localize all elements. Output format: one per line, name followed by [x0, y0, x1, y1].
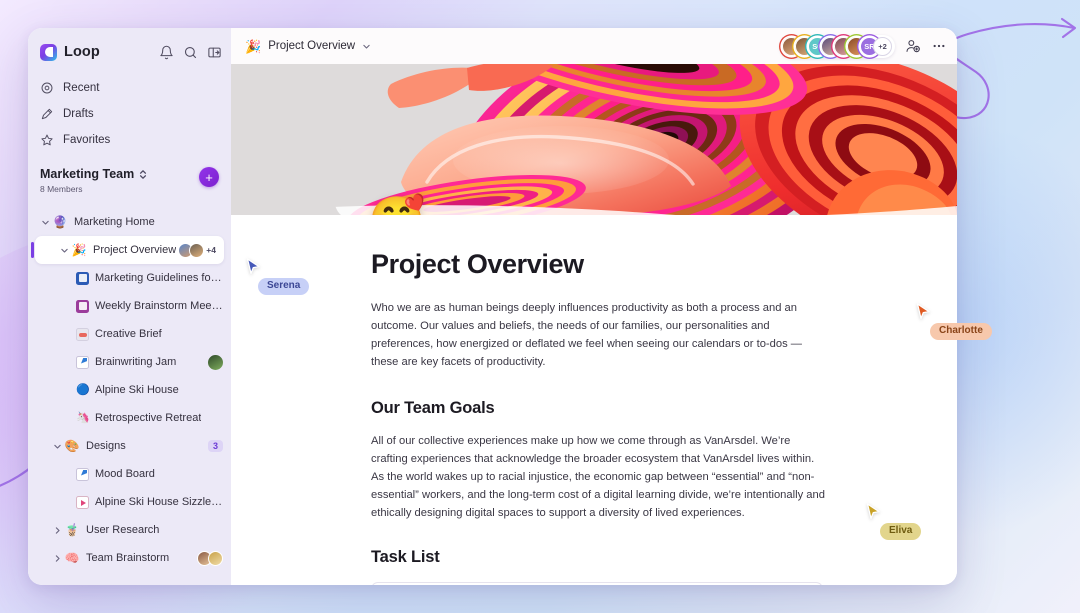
main-content: 🎉 Project Overview SC SR +2 Project Over… — [231, 28, 957, 585]
tree-item-label: Retrospective Retreat — [95, 412, 202, 424]
chevron-right-icon[interactable] — [50, 554, 64, 563]
powerpoint-document-icon — [76, 299, 89, 313]
avatar — [208, 550, 223, 566]
sidebar-item-label: Recent — [63, 82, 100, 94]
plus-icon: + — [205, 169, 213, 185]
tree-item-user-research[interactable]: 🧋 User Research — [28, 516, 231, 544]
avatar — [189, 242, 205, 258]
star-icon — [41, 134, 53, 146]
search-icon[interactable] — [183, 45, 198, 60]
add-people-icon[interactable] — [905, 38, 921, 54]
workspace-header: Marketing Team 8 Members + — [28, 167, 231, 194]
tree-item-marketing-home[interactable]: 🔮 Marketing Home — [28, 208, 231, 236]
pdf-document-icon — [76, 327, 89, 341]
desktop-backdrop: Loop Recent Drafts Favorites Marketing T… — [0, 0, 1080, 613]
tree-item-label: Weekly Brainstorm Meeting — [95, 300, 223, 312]
tree-item-label: User Research — [86, 524, 160, 536]
workspace-member-count: 8 Members — [40, 184, 83, 194]
tree-item-label: Team Brainstorm — [86, 552, 170, 564]
tree-item-alpine-ski-house[interactable]: 🔵 Alpine Ski House — [28, 376, 231, 404]
tree-item-label: Creative Brief — [95, 328, 162, 340]
tree-item-marketing-guidelines[interactable]: Marketing Guidelines for V... — [28, 264, 231, 292]
tree-item-emoji: 🧠 — [64, 551, 80, 565]
document-emoji-icon: 🎉 — [245, 38, 262, 54]
sidebar-item-drafts[interactable]: Drafts — [28, 101, 231, 127]
chevron-down-icon[interactable] — [50, 442, 64, 451]
tree-item-emoji: 🦄 — [76, 411, 90, 424]
collapse-panel-icon[interactable] — [207, 45, 222, 60]
tree-item-retrospective-retreat[interactable]: 🦄 Retrospective Retreat — [28, 404, 231, 432]
sidebar-item-favorites[interactable]: Favorites — [28, 127, 231, 153]
collaborator-avatars[interactable]: +4 — [178, 242, 216, 258]
tree-item-label: Alpine Ski House — [95, 384, 179, 396]
tree-item-label: Alpine Ski House Sizzle Re... — [95, 496, 223, 508]
loop-logo-icon — [40, 43, 57, 61]
tree-item-project-overview[interactable]: 🎉 Project Overview +4 — [31, 236, 224, 264]
tree-item-mood-board[interactable]: Mood Board — [28, 460, 231, 488]
tree-item-alpine-ski-house-sizzle-reel[interactable]: Alpine Ski House Sizzle Re... — [28, 488, 231, 516]
tree-item-label: Marketing Guidelines for V... — [95, 272, 223, 284]
tree-item-emoji: 🔮 — [52, 215, 68, 229]
section-heading-task-list: Task List — [371, 548, 440, 567]
avatar — [208, 354, 223, 370]
unread-count-badge: 3 — [207, 440, 223, 452]
more-options-icon[interactable] — [931, 38, 947, 54]
document-body: Project Overview Who we are as human bei… — [231, 215, 957, 585]
tree-item-team-brainstorm[interactable]: 🧠 Team Brainstorm — [28, 544, 231, 572]
whiteboard-icon — [76, 467, 89, 481]
tree-item-weekly-brainstorm-meeting[interactable]: Weekly Brainstorm Meeting — [28, 292, 231, 320]
sidebar-item-recent[interactable]: Recent — [28, 75, 231, 101]
tree-item-label: Designs — [86, 440, 126, 452]
breadcrumb[interactable]: 🎉 Project Overview — [245, 40, 371, 53]
team-goals-paragraph[interactable]: All of our collective experiences make u… — [371, 432, 826, 523]
presence-avatar-stack[interactable]: SC SR +2 — [780, 34, 895, 58]
reaction-emoji[interactable]: 🥰 — [368, 197, 425, 215]
intro-paragraph[interactable]: Who we are as human beings deeply influe… — [371, 299, 826, 372]
collaborator-avatars[interactable] — [197, 550, 223, 566]
chevron-down-icon[interactable] — [362, 42, 371, 51]
chevron-right-icon[interactable] — [50, 526, 64, 535]
abstract-swirl-artwork — [231, 64, 957, 215]
sidebar-header: Loop — [28, 33, 231, 71]
chevron-updown-icon — [140, 169, 147, 179]
word-document-icon — [76, 271, 89, 285]
document-cover-image[interactable]: 🥰 — [231, 64, 957, 215]
workspace-switcher[interactable]: Marketing Team — [40, 167, 147, 181]
workspace-tree: 🔮 Marketing Home 🎉 Project Overview +4 M… — [28, 208, 231, 572]
whiteboard-icon — [76, 355, 89, 369]
chevron-down-icon[interactable] — [57, 246, 71, 255]
tree-item-brainwriting-jam[interactable]: Brainwriting Jam — [28, 348, 231, 376]
tree-item-emoji: 🎨 — [64, 439, 80, 453]
primary-nav: Recent Drafts Favorites — [28, 75, 231, 153]
breadcrumb-title: Project Overview — [268, 40, 356, 52]
tree-item-creative-brief[interactable]: Creative Brief — [28, 320, 231, 348]
page-title: Project Overview — [371, 249, 584, 279]
add-workspace-item-button[interactable]: + — [199, 167, 219, 187]
table-header-row: Tasks Assigned to Due date — [372, 583, 822, 585]
tree-item-label: Marketing Home — [74, 216, 155, 228]
document-topbar: 🎉 Project Overview SC SR +2 — [231, 28, 957, 64]
avatar-overflow-count[interactable]: +2 — [873, 36, 892, 56]
tree-item-emoji: 🎉 — [71, 243, 87, 257]
sidebar: Loop Recent Drafts Favorites Marketing T… — [28, 28, 231, 585]
recent-icon — [41, 82, 53, 94]
sidebar-item-label: Drafts — [63, 108, 94, 120]
tree-item-label: Mood Board — [95, 468, 155, 480]
tree-item-emoji: 🔵 — [76, 383, 90, 396]
tree-item-emoji: 🧋 — [64, 523, 80, 537]
tree-item-label: Brainwriting Jam — [95, 356, 177, 368]
avatar-overflow-count: +4 — [206, 245, 216, 255]
chevron-down-icon[interactable] — [38, 218, 52, 227]
drafts-icon — [41, 108, 53, 120]
tree-item-label: Project Overview — [93, 244, 177, 256]
app-logo-text: Loop — [64, 44, 100, 60]
workspace-name: Marketing Team — [40, 167, 135, 181]
bell-icon[interactable] — [159, 45, 174, 60]
app-window: Loop Recent Drafts Favorites Marketing T… — [28, 28, 957, 585]
sidebar-item-label: Favorites — [63, 134, 111, 146]
tree-item-designs[interactable]: 🎨 Designs 3 — [28, 432, 231, 460]
section-heading-team-goals: Our Team Goals — [371, 398, 495, 417]
video-icon — [76, 495, 89, 509]
task-table[interactable]: Tasks Assigned to Due date — [371, 582, 823, 585]
